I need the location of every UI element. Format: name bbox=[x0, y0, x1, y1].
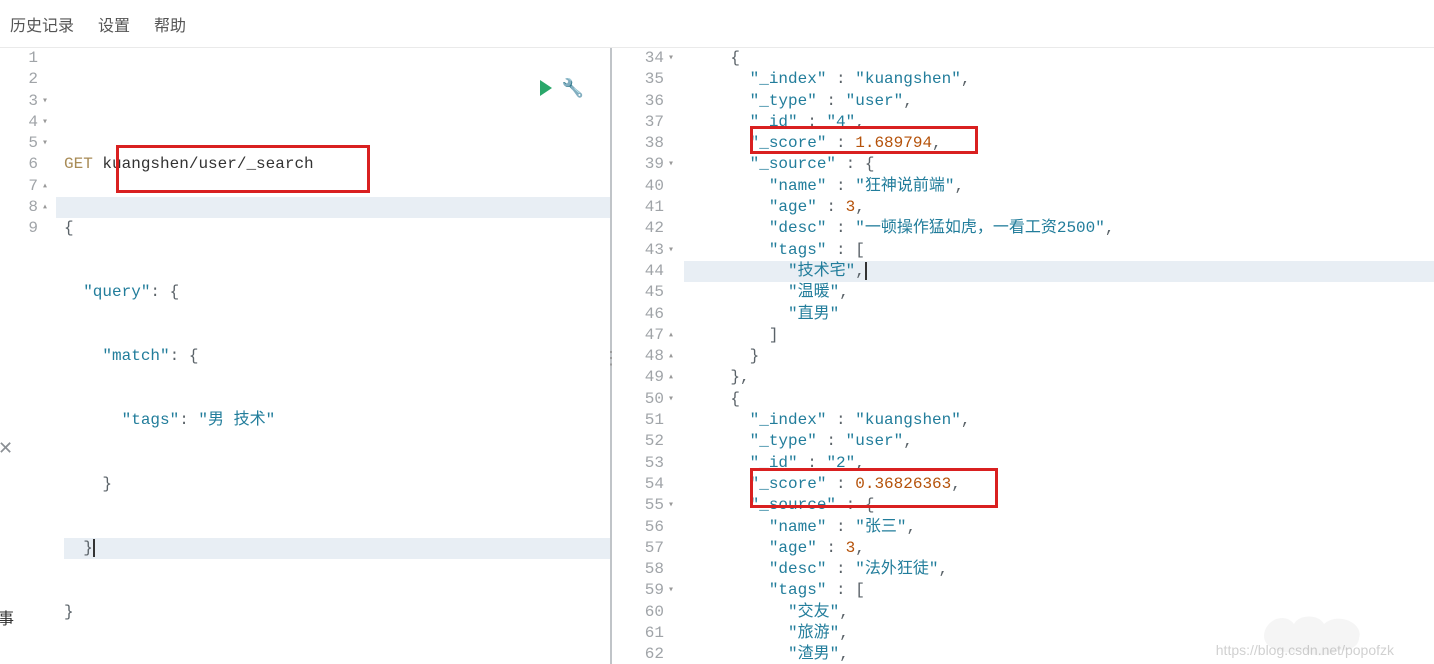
request-actions: 🔧 bbox=[540, 80, 584, 101]
key-tags: "tags" bbox=[122, 411, 180, 429]
line-number: 51 bbox=[612, 410, 674, 431]
line-number: 56 bbox=[612, 517, 674, 538]
line-number: 46 bbox=[612, 304, 674, 325]
code-row: "_score" : 1.689794, bbox=[692, 133, 1434, 154]
line-number: 8▴ bbox=[0, 197, 48, 218]
line-number: 48▴ bbox=[612, 346, 674, 367]
line-number: 5▾ bbox=[0, 133, 48, 154]
code-row: "_index" : "kuangshen", bbox=[692, 69, 1434, 90]
line-number: 59▾ bbox=[612, 580, 674, 601]
match-brace: : { bbox=[170, 347, 199, 365]
code-row: "_id" : "2", bbox=[692, 453, 1434, 474]
line-number: 50▾ bbox=[612, 389, 674, 410]
code-left[interactable]: GET kuangshen/user/_search { "query": { … bbox=[56, 48, 610, 664]
line-number: 4▾ bbox=[0, 112, 48, 133]
line-number: 9 bbox=[0, 218, 48, 239]
line-number: 42 bbox=[612, 218, 674, 239]
line-number: 3▾ bbox=[0, 91, 48, 112]
wrench-icon[interactable]: 🔧 bbox=[562, 80, 584, 101]
line-number: 44 bbox=[612, 261, 674, 282]
line-number: 47▴ bbox=[612, 325, 674, 346]
close-root: } bbox=[64, 603, 74, 621]
code-row: } bbox=[692, 346, 1434, 367]
line-number: 55▾ bbox=[612, 495, 674, 516]
line-number: 53 bbox=[612, 453, 674, 474]
line-number: 62 bbox=[612, 644, 674, 664]
code-row: "desc" : "一顿操作猛如虎，一看工资2500", bbox=[692, 218, 1434, 239]
brace-open: { bbox=[64, 219, 74, 237]
request-editor[interactable]: 123▾4▾5▾67▴8▴9 GET kuangshen/user/_searc… bbox=[0, 48, 610, 664]
line-number: 2 bbox=[0, 69, 48, 90]
line-number: 7▴ bbox=[0, 176, 48, 197]
query-brace: : { bbox=[150, 283, 179, 301]
line-number: 41 bbox=[612, 197, 674, 218]
line-number: 35 bbox=[612, 69, 674, 90]
code-row: "age" : 3, bbox=[692, 197, 1434, 218]
line-number: 6 bbox=[0, 154, 48, 175]
code-right[interactable]: { "_index" : "kuangshen", "_type" : "use… bbox=[684, 48, 1434, 664]
code-row: "技术宅", bbox=[692, 261, 1434, 282]
line-number: 34▾ bbox=[612, 48, 674, 69]
line-number: 43▾ bbox=[612, 240, 674, 261]
request-path: kuangshen/user/_search bbox=[102, 155, 313, 173]
line-number: 52 bbox=[612, 431, 674, 452]
side-char: 事 bbox=[0, 605, 14, 629]
editor-panes: 123▾4▾5▾67▴8▴9 GET kuangshen/user/_searc… bbox=[0, 48, 1434, 664]
menu-history[interactable]: 历史记录 bbox=[10, 12, 74, 36]
code-row: "温暖", bbox=[692, 282, 1434, 303]
code-row: "_source" : { bbox=[692, 154, 1434, 175]
code-row: { bbox=[692, 389, 1434, 410]
code-row: "直男" bbox=[692, 304, 1434, 325]
code-row: "_id" : "4", bbox=[692, 112, 1434, 133]
line-number: 60 bbox=[612, 602, 674, 623]
code-row: "tags" : [ bbox=[692, 580, 1434, 601]
line-number: 58 bbox=[612, 559, 674, 580]
code-row: "_score" : 0.36826363, bbox=[692, 474, 1434, 495]
key-match: "match" bbox=[102, 347, 169, 365]
close-query: } bbox=[83, 539, 93, 557]
line-number: 1 bbox=[0, 48, 48, 69]
menu-settings[interactable]: 设置 bbox=[98, 12, 130, 36]
code-row: "desc" : "法外狂徒", bbox=[692, 559, 1434, 580]
code-row: "age" : 3, bbox=[692, 538, 1434, 559]
line-number: 38 bbox=[612, 133, 674, 154]
key-query: "query" bbox=[83, 283, 150, 301]
response-viewer[interactable]: 34▾3536373839▾40414243▾44454647▴48▴49▴50… bbox=[612, 48, 1434, 664]
menu-help[interactable]: 帮助 bbox=[154, 12, 186, 36]
line-number: 37 bbox=[612, 112, 674, 133]
tags-value: "男 技术" bbox=[198, 411, 275, 429]
watermark-text: https://blog.csdn.net/popofzk bbox=[1216, 642, 1394, 658]
run-icon[interactable] bbox=[540, 80, 552, 96]
code-row: "_type" : "user", bbox=[692, 91, 1434, 112]
close-match-inner: } bbox=[102, 475, 112, 493]
tags-colon: : bbox=[179, 411, 198, 429]
code-row: "_type" : "user", bbox=[692, 431, 1434, 452]
code-row: "name" : "狂神说前端", bbox=[692, 176, 1434, 197]
gutter-right: 34▾3536373839▾40414243▾44454647▴48▴49▴50… bbox=[612, 48, 684, 664]
line-number: 49▴ bbox=[612, 367, 674, 388]
code-row: ] bbox=[692, 325, 1434, 346]
line-number: 40 bbox=[612, 176, 674, 197]
code-row: }, bbox=[692, 367, 1434, 388]
close-icon[interactable]: ✕ bbox=[0, 438, 13, 459]
line-number: 61 bbox=[612, 623, 674, 644]
code-row: "_index" : "kuangshen", bbox=[692, 410, 1434, 431]
line-number: 36 bbox=[612, 91, 674, 112]
code-row: "_source" : { bbox=[692, 495, 1434, 516]
line-number: 57 bbox=[612, 538, 674, 559]
line-number: 45 bbox=[612, 282, 674, 303]
line-number: 54 bbox=[612, 474, 674, 495]
toolbar: 历史记录 设置 帮助 bbox=[0, 0, 1434, 48]
http-method: GET bbox=[64, 155, 93, 173]
code-row: "tags" : [ bbox=[692, 240, 1434, 261]
code-row: { bbox=[692, 48, 1434, 69]
cursor-caret bbox=[93, 539, 95, 557]
line-number: 39▾ bbox=[612, 154, 674, 175]
code-row: "name" : "张三", bbox=[692, 517, 1434, 538]
gutter-left: 123▾4▾5▾67▴8▴9 bbox=[0, 48, 56, 664]
